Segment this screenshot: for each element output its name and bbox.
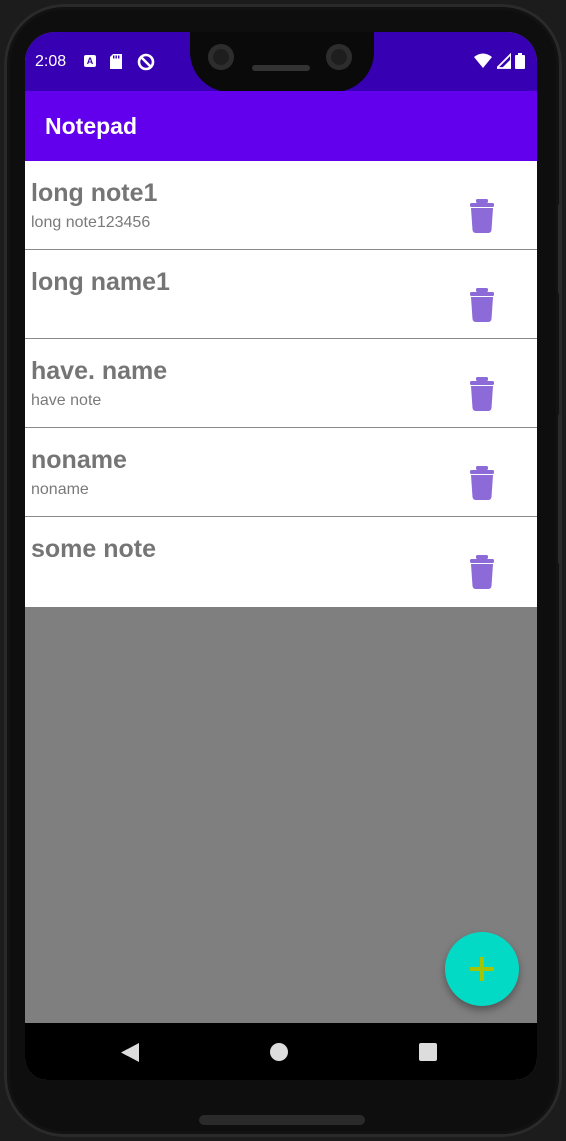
trash-icon[interactable] [469, 466, 495, 500]
back-icon[interactable] [121, 1043, 139, 1062]
battery-icon [515, 53, 525, 69]
trash-icon[interactable] [469, 199, 495, 233]
navigation-bar [25, 1023, 537, 1080]
camera-notch [190, 32, 374, 92]
note-item[interactable]: some note [25, 517, 537, 607]
wifi-icon [474, 53, 493, 68]
status-right-icons [474, 51, 525, 74]
status-time: 2:08 [35, 53, 67, 70]
note-item[interactable]: long note1 long note123456 [25, 161, 537, 250]
note-name: long note1 [31, 179, 158, 207]
power-button [558, 204, 562, 294]
note-name: noname [31, 446, 127, 474]
sd-card-icon [110, 54, 122, 69]
note-list: long note1 long note123456 long name1 ha… [25, 161, 537, 607]
front-camera-right [326, 44, 352, 70]
front-camera-left [208, 44, 234, 70]
trash-icon[interactable] [469, 377, 495, 411]
signal-icon [494, 51, 512, 69]
note-text: have note [31, 392, 102, 409]
note-name: have. name [31, 357, 168, 385]
note-item[interactable]: have. name have note [25, 339, 537, 428]
app-bar: Notepad [25, 91, 537, 161]
plus-icon [470, 957, 494, 981]
recents-icon[interactable] [419, 1043, 437, 1061]
a-icon: A [84, 55, 96, 67]
note-text: noname [31, 481, 89, 498]
home-indicator [199, 1115, 365, 1125]
trash-icon[interactable] [469, 288, 495, 322]
data-saver-icon [137, 53, 155, 71]
note-item[interactable]: noname noname [25, 428, 537, 517]
home-icon[interactable] [270, 1043, 288, 1061]
trash-icon[interactable] [469, 555, 495, 589]
volume-button [558, 414, 562, 564]
add-note-button[interactable] [445, 932, 519, 1006]
screen: 2:08 A Notepad long note1 long note12345… [25, 32, 537, 1080]
note-name: some note [31, 535, 157, 563]
app-title: Notepad [45, 113, 137, 139]
note-name: long name1 [31, 268, 170, 296]
earpiece-speaker [252, 65, 310, 71]
note-text: long note123456 [31, 214, 151, 231]
note-item[interactable]: long name1 [25, 250, 537, 339]
